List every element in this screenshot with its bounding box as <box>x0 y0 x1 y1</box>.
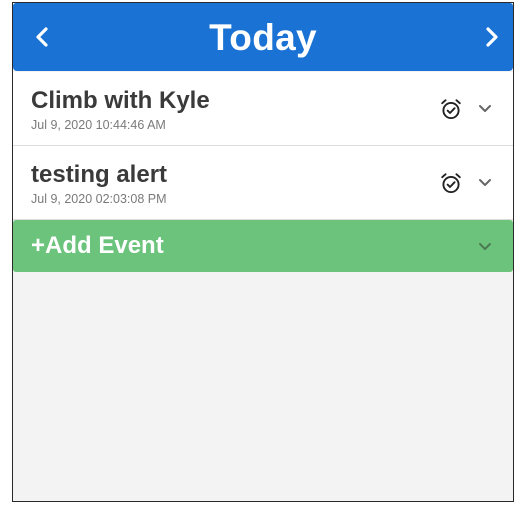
expand-event-button[interactable] <box>475 172 495 192</box>
alarm-check-icon <box>441 99 461 120</box>
event-title: Climb with Kyle <box>31 87 210 114</box>
app-frame: Today Climb with Kyle Jul 9, 2020 10:44:… <box>12 2 514 502</box>
chevron-down-icon <box>479 105 491 112</box>
page-title: Today <box>209 17 317 58</box>
event-row[interactable]: testing alert Jul 9, 2020 02:03:08 PM <box>13 146 513 220</box>
add-event-label: +Add Event <box>31 232 164 259</box>
chevron-right-icon <box>486 27 498 47</box>
chevron-down-icon <box>479 179 491 186</box>
event-title: testing alert <box>31 161 168 188</box>
chevron-down-icon <box>479 243 491 250</box>
expand-event-button[interactable] <box>475 98 495 118</box>
day-header: Today <box>13 3 513 71</box>
alarm-button[interactable] <box>439 171 463 195</box>
alarm-button[interactable] <box>439 97 463 121</box>
event-row[interactable]: Climb with Kyle Jul 9, 2020 10:44:46 AM <box>13 72 513 146</box>
event-timestamp: Jul 9, 2020 02:03:08 PM <box>31 192 167 206</box>
event-timestamp: Jul 9, 2020 10:44:46 AM <box>31 118 166 132</box>
add-event-button[interactable]: +Add Event <box>13 220 513 272</box>
expand-add-event-button[interactable] <box>475 236 495 256</box>
alarm-check-icon <box>441 173 461 194</box>
next-day-button[interactable] <box>471 17 511 57</box>
